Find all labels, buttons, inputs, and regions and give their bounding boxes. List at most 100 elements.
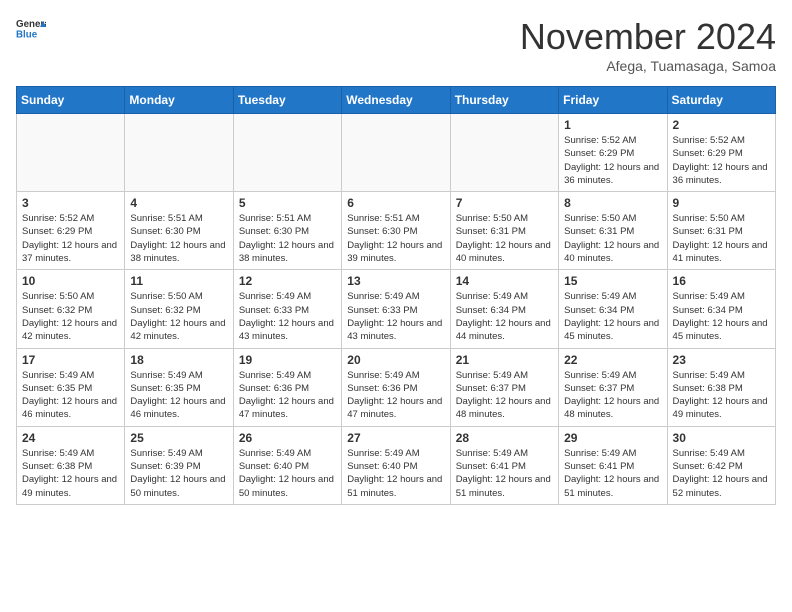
month-title: November 2024 xyxy=(520,16,776,58)
calendar-cell: 29 Sunrise: 5:49 AMSunset: 6:41 PMDayligh… xyxy=(559,426,667,504)
day-number: 1 xyxy=(564,118,661,132)
day-number: 29 xyxy=(564,431,661,445)
calendar-cell: 27 Sunrise: 5:49 AMSunset: 6:40 PMDayligh… xyxy=(342,426,450,504)
day-number: 19 xyxy=(239,353,336,367)
calendar-cell: 9 Sunrise: 5:50 AMSunset: 6:31 PMDaylight… xyxy=(667,192,775,270)
calendar-cell xyxy=(450,114,558,192)
day-number: 15 xyxy=(564,274,661,288)
day-info: Sunrise: 5:49 AMSunset: 6:40 PMDaylight:… xyxy=(347,447,444,500)
day-number: 23 xyxy=(673,353,770,367)
day-number: 9 xyxy=(673,196,770,210)
weekday-header-friday: Friday xyxy=(559,87,667,114)
calendar-cell xyxy=(233,114,341,192)
calendar-cell: 24 Sunrise: 5:49 AMSunset: 6:38 PMDayligh… xyxy=(17,426,125,504)
day-number: 14 xyxy=(456,274,553,288)
calendar-cell: 26 Sunrise: 5:49 AMSunset: 6:40 PMDayligh… xyxy=(233,426,341,504)
day-number: 13 xyxy=(347,274,444,288)
day-info: Sunrise: 5:49 AMSunset: 6:34 PMDaylight:… xyxy=(564,290,661,343)
calendar-cell: 28Sunrise: 5:49 AMSunset: 6:41 PMDayligh… xyxy=(450,426,558,504)
day-info: Sunrise: 5:49 AMSunset: 6:41 PMDaylight:… xyxy=(564,447,661,500)
calendar-cell: 14Sunrise: 5:49 AMSunset: 6:34 PMDayligh… xyxy=(450,270,558,348)
logo: General Blue xyxy=(16,16,46,44)
calendar-cell: 19 Sunrise: 5:49 AMSunset: 6:36 PMDayligh… xyxy=(233,348,341,426)
calendar-cell: 7 Sunrise: 5:50 AMSunset: 6:31 PMDaylight… xyxy=(450,192,558,270)
day-number: 8 xyxy=(564,196,661,210)
day-info: Sunrise: 5:49 AMSunset: 6:36 PMDaylight:… xyxy=(239,369,336,422)
weekday-header-monday: Monday xyxy=(125,87,233,114)
calendar-table: SundayMondayTuesdayWednesdayThursdayFrid… xyxy=(16,86,776,505)
day-number: 28 xyxy=(456,431,553,445)
day-number: 5 xyxy=(239,196,336,210)
calendar-cell: 6 Sunrise: 5:51 AMSunset: 6:30 PMDaylight… xyxy=(342,192,450,270)
day-info: Sunrise: 5:49 AMSunset: 6:37 PMDaylight:… xyxy=(564,369,661,422)
day-number: 7 xyxy=(456,196,553,210)
day-info: Sunrise: 5:51 AMSunset: 6:30 PMDaylight:… xyxy=(239,212,336,265)
calendar-week-4: 17Sunrise: 5:49 AMSunset: 6:35 PMDayligh… xyxy=(17,348,776,426)
calendar-cell: 1 Sunrise: 5:52 AMSunset: 6:29 PMDaylight… xyxy=(559,114,667,192)
day-number: 11 xyxy=(130,274,227,288)
day-number: 6 xyxy=(347,196,444,210)
day-info: Sunrise: 5:52 AMSunset: 6:29 PMDaylight:… xyxy=(564,134,661,187)
calendar-cell: 3 Sunrise: 5:52 AMSunset: 6:29 PMDaylight… xyxy=(17,192,125,270)
day-number: 2 xyxy=(673,118,770,132)
calendar-cell xyxy=(17,114,125,192)
day-number: 3 xyxy=(22,196,119,210)
title-block: November 2024 Afega, Tuamasaga, Samoa xyxy=(520,16,776,74)
calendar-cell: 15 Sunrise: 5:49 AMSunset: 6:34 PMDayligh… xyxy=(559,270,667,348)
day-info: Sunrise: 5:49 AMSunset: 6:35 PMDaylight:… xyxy=(22,369,119,422)
calendar-cell: 30 Sunrise: 5:49 AMSunset: 6:42 PMDayligh… xyxy=(667,426,775,504)
day-info: Sunrise: 5:49 AMSunset: 6:35 PMDaylight:… xyxy=(130,369,227,422)
day-number: 30 xyxy=(673,431,770,445)
day-info: Sunrise: 5:49 AMSunset: 6:40 PMDaylight:… xyxy=(239,447,336,500)
day-info: Sunrise: 5:52 AMSunset: 6:29 PMDaylight:… xyxy=(22,212,119,265)
day-info: Sunrise: 5:50 AMSunset: 6:32 PMDaylight:… xyxy=(130,290,227,343)
day-number: 27 xyxy=(347,431,444,445)
calendar-cell: 8Sunrise: 5:50 AMSunset: 6:31 PMDaylight… xyxy=(559,192,667,270)
svg-text:Blue: Blue xyxy=(16,30,38,41)
calendar-cell: 4 Sunrise: 5:51 AMSunset: 6:30 PMDaylight… xyxy=(125,192,233,270)
day-number: 26 xyxy=(239,431,336,445)
weekday-header-wednesday: Wednesday xyxy=(342,87,450,114)
day-number: 22 xyxy=(564,353,661,367)
calendar-cell: 25Sunrise: 5:49 AMSunset: 6:39 PMDayligh… xyxy=(125,426,233,504)
day-number: 20 xyxy=(347,353,444,367)
calendar-cell: 23 Sunrise: 5:49 AMSunset: 6:38 PMDayligh… xyxy=(667,348,775,426)
day-info: Sunrise: 5:50 AMSunset: 6:31 PMDaylight:… xyxy=(673,212,770,265)
day-info: Sunrise: 5:49 AMSunset: 6:38 PMDaylight:… xyxy=(673,369,770,422)
day-info: Sunrise: 5:50 AMSunset: 6:31 PMDaylight:… xyxy=(456,212,553,265)
day-info: Sunrise: 5:49 AMSunset: 6:38 PMDaylight:… xyxy=(22,447,119,500)
day-info: Sunrise: 5:49 AMSunset: 6:33 PMDaylight:… xyxy=(239,290,336,343)
day-info: Sunrise: 5:49 AMSunset: 6:36 PMDaylight:… xyxy=(347,369,444,422)
calendar-cell: 10 Sunrise: 5:50 AMSunset: 6:32 PMDayligh… xyxy=(17,270,125,348)
day-info: Sunrise: 5:49 AMSunset: 6:34 PMDaylight:… xyxy=(673,290,770,343)
day-info: Sunrise: 5:51 AMSunset: 6:30 PMDaylight:… xyxy=(130,212,227,265)
calendar-week-5: 24 Sunrise: 5:49 AMSunset: 6:38 PMDayligh… xyxy=(17,426,776,504)
day-number: 4 xyxy=(130,196,227,210)
day-number: 10 xyxy=(22,274,119,288)
day-info: Sunrise: 5:51 AMSunset: 6:30 PMDaylight:… xyxy=(347,212,444,265)
calendar-cell xyxy=(125,114,233,192)
day-info: Sunrise: 5:49 AMSunset: 6:42 PMDaylight:… xyxy=(673,447,770,500)
day-number: 24 xyxy=(22,431,119,445)
weekday-header-tuesday: Tuesday xyxy=(233,87,341,114)
day-info: Sunrise: 5:49 AMSunset: 6:33 PMDaylight:… xyxy=(347,290,444,343)
calendar-cell: 12 Sunrise: 5:49 AMSunset: 6:33 PMDayligh… xyxy=(233,270,341,348)
calendar-cell: 22 Sunrise: 5:49 AMSunset: 6:37 PMDayligh… xyxy=(559,348,667,426)
day-number: 18 xyxy=(130,353,227,367)
calendar-week-3: 10 Sunrise: 5:50 AMSunset: 6:32 PMDayligh… xyxy=(17,270,776,348)
logo-icon: General Blue xyxy=(16,16,46,44)
calendar-cell xyxy=(342,114,450,192)
calendar-cell: 18 Sunrise: 5:49 AMSunset: 6:35 PMDayligh… xyxy=(125,348,233,426)
calendar-cell: 20 Sunrise: 5:49 AMSunset: 6:36 PMDayligh… xyxy=(342,348,450,426)
day-number: 25 xyxy=(130,431,227,445)
day-info: Sunrise: 5:50 AMSunset: 6:32 PMDaylight:… xyxy=(22,290,119,343)
weekday-header-thursday: Thursday xyxy=(450,87,558,114)
calendar-cell: 13 Sunrise: 5:49 AMSunset: 6:33 PMDayligh… xyxy=(342,270,450,348)
calendar-cell: 5 Sunrise: 5:51 AMSunset: 6:30 PMDaylight… xyxy=(233,192,341,270)
day-info: Sunrise: 5:52 AMSunset: 6:29 PMDaylight:… xyxy=(673,134,770,187)
calendar-cell: 11 Sunrise: 5:50 AMSunset: 6:32 PMDayligh… xyxy=(125,270,233,348)
day-number: 16 xyxy=(673,274,770,288)
day-number: 12 xyxy=(239,274,336,288)
day-number: 21 xyxy=(456,353,553,367)
page-header: General Blue November 2024 Afega, Tuamas… xyxy=(16,16,776,74)
